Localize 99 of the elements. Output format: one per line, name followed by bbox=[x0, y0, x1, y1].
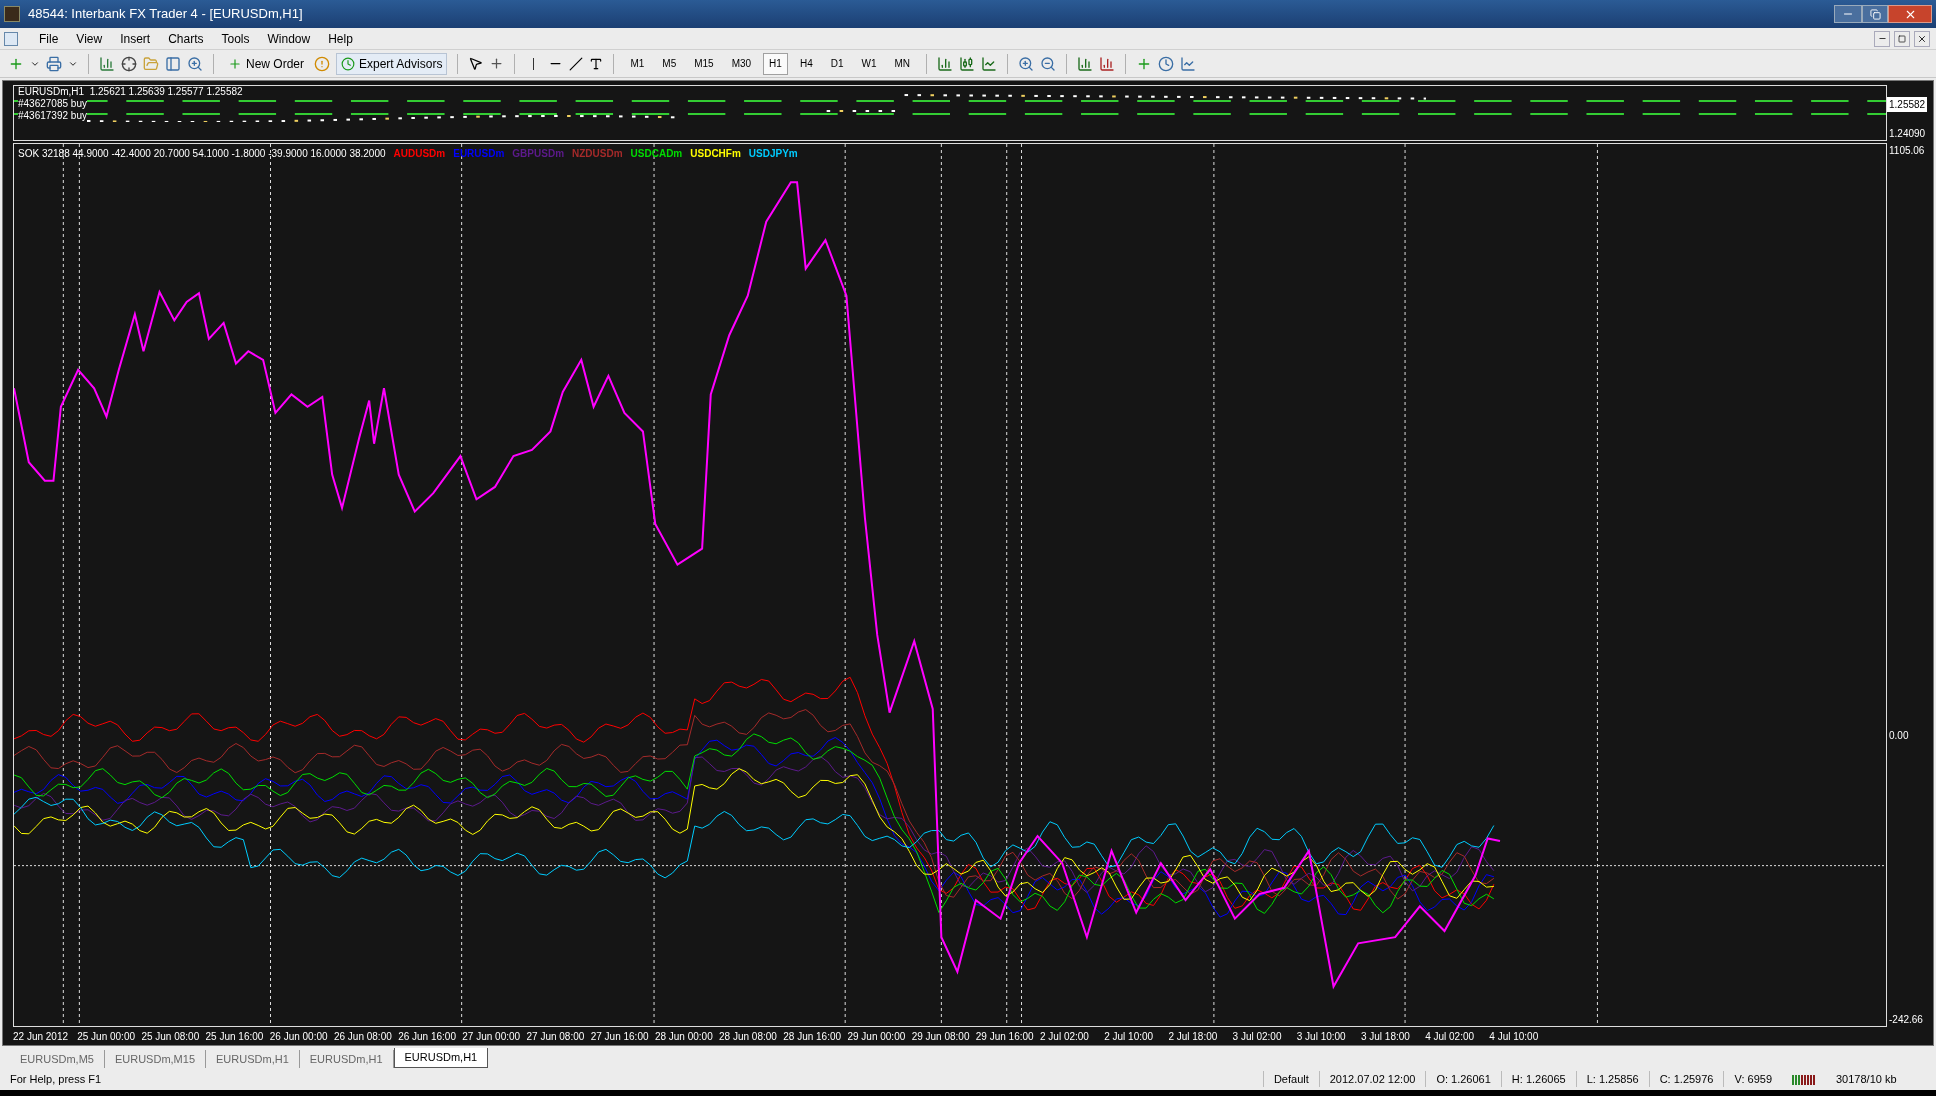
status-text: For Help, press F1 bbox=[9, 1071, 103, 1087]
legend-label: USDCADm bbox=[630, 147, 683, 161]
time-label: 3 Jul 10:00 bbox=[1296, 1029, 1347, 1044]
menu-item[interactable]: Window bbox=[258, 29, 320, 48]
chart-tab[interactable]: EURUSDm,H1 bbox=[206, 1050, 300, 1068]
clock-icon bbox=[341, 56, 355, 71]
time-label: 22 Jun 2012 bbox=[13, 1029, 70, 1044]
time-label: 26 Jun 00:00 bbox=[269, 1029, 329, 1044]
close-button[interactable] bbox=[1914, 30, 1930, 47]
legend-label: AUDUSDm bbox=[393, 147, 446, 161]
new-order-button[interactable]: New Order bbox=[224, 54, 308, 73]
clock-icon[interactable] bbox=[1158, 55, 1175, 72]
time-label: 4 Jul 10:00 bbox=[1489, 1029, 1540, 1044]
time-label: 27 Jun 00:00 bbox=[462, 1029, 522, 1044]
price-label: 1.25582 bbox=[1887, 97, 1928, 112]
legend-label: USDCHFm bbox=[690, 147, 741, 161]
time-label: 28 Jun 00:00 bbox=[654, 1029, 714, 1044]
timeframe-button[interactable]: M5 bbox=[656, 52, 683, 75]
time-label: 26 Jun 08:00 bbox=[333, 1029, 393, 1044]
legend-label: NZDUSDm bbox=[572, 147, 623, 161]
menu-item[interactable]: View bbox=[67, 29, 112, 48]
status-field: L: 1.25856 bbox=[1575, 1070, 1649, 1088]
crosshair-icon[interactable] bbox=[121, 55, 137, 72]
axis-label: 1105.06 bbox=[1888, 144, 1926, 158]
time-label: 29 Jun 00:00 bbox=[847, 1029, 907, 1044]
time-label: 29 Jun 16:00 bbox=[975, 1029, 1035, 1044]
order-label: #43617392 buy bbox=[18, 110, 87, 122]
price-label: 1.24090 bbox=[1888, 127, 1927, 141]
time-label: 27 Jun 16:00 bbox=[590, 1029, 650, 1044]
status-field: 2012.07.02 12:00 bbox=[1318, 1070, 1426, 1088]
time-label: 3 Jul 02:00 bbox=[1232, 1029, 1283, 1044]
menu-item[interactable]: Insert bbox=[111, 29, 160, 48]
text-icon[interactable] bbox=[589, 56, 604, 71]
minimize-button[interactable] bbox=[1874, 30, 1890, 47]
time-label: 26 Jun 16:00 bbox=[398, 1029, 457, 1044]
timeframe-button[interactable]: M15 bbox=[688, 52, 720, 75]
legend-label: GBPUSDm bbox=[512, 147, 565, 161]
restore-icon bbox=[1898, 34, 1906, 43]
zoom-in-icon[interactable] bbox=[1018, 55, 1035, 72]
chart-tab[interactable]: EURUSDm,M5 bbox=[10, 1050, 105, 1068]
menu-item[interactable]: Charts bbox=[159, 29, 213, 48]
window-title: 48544: Interbank FX Trader 4 - [EURUSDm,H1] bbox=[28, 5, 303, 24]
expert-advisors-button[interactable]: Expert Advisors bbox=[336, 52, 448, 75]
search-icon[interactable] bbox=[187, 55, 203, 72]
line-chart-icon[interactable] bbox=[981, 55, 998, 72]
menu-item[interactable]: File bbox=[30, 29, 68, 48]
cursor-icon[interactable] bbox=[468, 56, 484, 71]
time-label: 2 Jul 18:00 bbox=[1168, 1029, 1219, 1044]
app-icon bbox=[4, 6, 20, 22]
bar-chart-icon[interactable] bbox=[937, 55, 954, 72]
timeframe-button[interactable]: D1 bbox=[824, 52, 850, 75]
candlestick-icon[interactable] bbox=[959, 55, 976, 72]
zoom-out-icon[interactable] bbox=[1040, 55, 1057, 72]
status-field: V: 6959 bbox=[1723, 1070, 1782, 1088]
axis-label: -242.66 bbox=[1888, 1013, 1924, 1027]
time-label: 28 Jun 16:00 bbox=[783, 1029, 843, 1044]
time-label: 2 Jul 10:00 bbox=[1104, 1029, 1155, 1044]
chart-header: EURUSDm,H1 1.25621 1.25639 1.25577 1.25582 bbox=[18, 86, 243, 98]
time-label: 2 Jul 02:00 bbox=[1040, 1029, 1090, 1044]
timeframe-button[interactable]: MN bbox=[888, 52, 917, 75]
timeframe-button[interactable]: H1 bbox=[763, 52, 788, 75]
menu-item[interactable]: Help bbox=[319, 29, 362, 48]
status-field: 30178/10 kb bbox=[1826, 1070, 1936, 1088]
status-field: C: 1.25976 bbox=[1648, 1070, 1724, 1088]
time-label: 25 Jun 08:00 bbox=[141, 1029, 201, 1044]
menu-item[interactable]: Tools bbox=[212, 29, 259, 48]
vertical-line-icon[interactable] bbox=[533, 57, 535, 70]
timeframe-button[interactable]: M1 bbox=[624, 52, 651, 75]
close-icon bbox=[1917, 33, 1927, 44]
time-label: 29 Jun 08:00 bbox=[911, 1029, 971, 1044]
minimize-button[interactable] bbox=[1834, 5, 1862, 23]
indicator-header: SOK 32188 44.9000 -42.4000 20.7000 54.1000 -1.8000 -39.9000 16.0000 38.2000 bbox=[18, 147, 386, 161]
legend-label: EURUSDm bbox=[453, 147, 505, 161]
time-label: 28 Jun 08:00 bbox=[719, 1029, 778, 1044]
time-label: 4 Jul 02:00 bbox=[1425, 1029, 1476, 1044]
crosshair-icon[interactable] bbox=[489, 56, 505, 71]
order-label: #43627085 buy bbox=[18, 98, 87, 110]
chart-tab[interactable]: EURUSDm,M15 bbox=[104, 1050, 207, 1068]
chart-tab[interactable]: EURUSDm,H1 bbox=[393, 1048, 489, 1068]
status-field: O: 1.26061 bbox=[1425, 1070, 1501, 1088]
timeframe-button[interactable]: M30 bbox=[725, 52, 758, 75]
document-icon bbox=[4, 31, 18, 46]
maximize-button[interactable] bbox=[1862, 5, 1888, 23]
timeframe-button[interactable]: H4 bbox=[793, 52, 819, 75]
plus-icon bbox=[228, 56, 242, 71]
chart-tab[interactable]: EURUSDm,H1 bbox=[299, 1050, 394, 1068]
trendline-icon[interactable] bbox=[569, 56, 584, 71]
maximize-icon bbox=[1869, 8, 1881, 20]
legend-label: USDJPYm bbox=[748, 147, 798, 161]
time-label: 25 Jun 00:00 bbox=[77, 1029, 136, 1044]
time-label: 25 Jun 16:00 bbox=[205, 1029, 265, 1044]
timeframe-button[interactable]: W1 bbox=[855, 52, 883, 75]
connection-bars-icon bbox=[1792, 1073, 1816, 1085]
axis-label: 0.00 bbox=[1888, 729, 1910, 743]
time-label: 27 Jun 08:00 bbox=[526, 1029, 586, 1044]
time-label: 3 Jul 18:00 bbox=[1360, 1029, 1411, 1044]
status-field: Default bbox=[1262, 1070, 1319, 1088]
status-field: H: 1.26065 bbox=[1500, 1070, 1576, 1088]
warning-icon[interactable] bbox=[314, 55, 330, 72]
